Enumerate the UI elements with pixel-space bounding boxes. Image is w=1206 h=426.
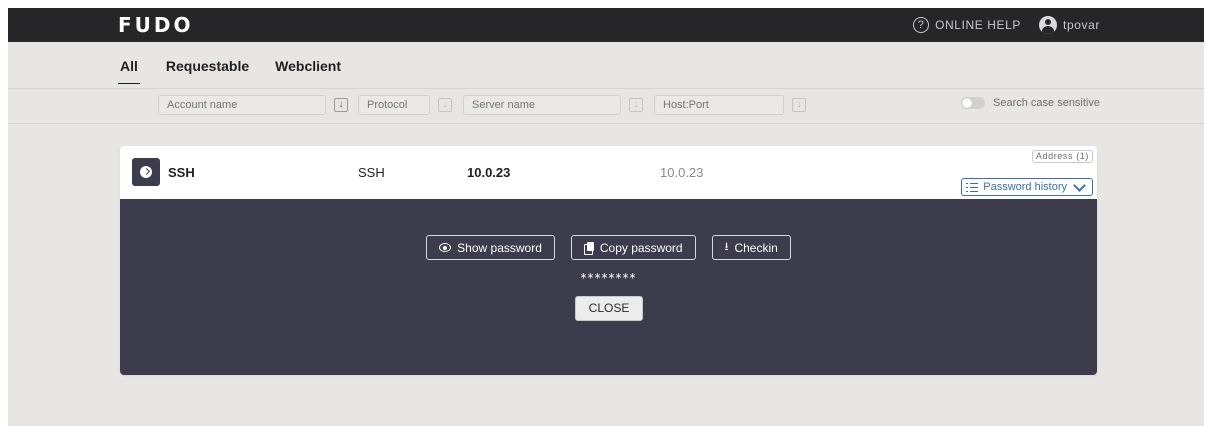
- tab-requestable[interactable]: Requestable: [166, 58, 249, 84]
- protocol-input[interactable]: [358, 95, 430, 115]
- checkin-label: Checkin: [734, 240, 778, 255]
- show-password-label: Show password: [457, 240, 542, 255]
- copy-password-button[interactable]: Copy password: [570, 235, 696, 260]
- account-row[interactable]: SSH SSH 10.0.23 10.0.23 Address (1) Pass…: [120, 146, 1097, 199]
- app-frame: FUDO ? ONLINE HELP tpovar All Requestabl…: [8, 8, 1204, 426]
- tab-all[interactable]: All: [118, 58, 140, 84]
- chevron-down-icon: [1073, 178, 1086, 192]
- hostport-filter: ↓: [654, 95, 806, 115]
- account-server: 10.0.23: [467, 165, 511, 180]
- tab-webclient[interactable]: Webclient: [275, 58, 341, 84]
- account-host-port: 10.0.23: [660, 165, 704, 180]
- online-help-link[interactable]: ? ONLINE HELP: [913, 17, 1021, 33]
- copy-icon: [583, 241, 594, 255]
- fudo-logo[interactable]: FUDO: [118, 12, 194, 38]
- close-button[interactable]: CLOSE: [575, 296, 643, 321]
- account-card: SSH SSH 10.0.23 10.0.23 Address (1) Pass…: [120, 146, 1097, 375]
- server-filter: ↓: [463, 95, 643, 115]
- arrow-right-circle-icon: [140, 166, 152, 178]
- list-icon: [966, 182, 979, 192]
- host-port-input[interactable]: [654, 95, 784, 115]
- help-icon: ?: [913, 17, 930, 33]
- search-case-sensitive: Search case sensitive: [961, 97, 1100, 109]
- case-sensitive-toggle[interactable]: [961, 97, 985, 109]
- password-history-label: Password history: [983, 181, 1067, 193]
- password-history-button[interactable]: Password history: [961, 178, 1093, 196]
- download-icon: ⭳: [724, 241, 729, 253]
- case-sensitive-label: Search case sensitive: [993, 97, 1100, 109]
- top-bar-right: ? ONLINE HELP tpovar: [913, 8, 1100, 42]
- hostport-sort-icon[interactable]: ↓: [792, 98, 806, 112]
- account-sort-icon[interactable]: ↓: [334, 98, 348, 112]
- user-avatar-icon: [1039, 16, 1058, 34]
- protocol-filter: ↓: [358, 95, 452, 115]
- masked-password: ********: [580, 271, 637, 285]
- online-help-label: ONLINE HELP: [935, 18, 1022, 32]
- account-name: SSH: [168, 165, 195, 180]
- account-name-input[interactable]: [158, 95, 326, 115]
- top-bar: FUDO ? ONLINE HELP tpovar: [8, 8, 1204, 42]
- address-badge[interactable]: Address (1): [1031, 150, 1093, 163]
- connect-button[interactable]: [132, 158, 160, 186]
- checkin-button[interactable]: ⭳ Checkin: [711, 235, 791, 260]
- account-protocol: SSH: [358, 165, 385, 180]
- password-panel: Show password Copy password ⭳ Checkin **…: [120, 199, 1097, 375]
- account-filter: ↓: [158, 95, 348, 115]
- user-name: tpovar: [1063, 18, 1100, 32]
- tabs: All Requestable Webclient: [118, 58, 341, 84]
- copy-password-label: Copy password: [599, 240, 683, 255]
- server-sort-icon[interactable]: ↓: [629, 98, 643, 112]
- server-name-input[interactable]: [463, 95, 621, 115]
- show-password-button[interactable]: Show password: [426, 235, 555, 260]
- user-menu[interactable]: tpovar: [1039, 16, 1100, 34]
- filter-bar: ↓ ↓ ↓ ↓ Search case sensitive: [8, 88, 1204, 124]
- protocol-sort-icon[interactable]: ↓: [438, 98, 452, 112]
- password-actions: Show password Copy password ⭳ Checkin: [120, 235, 1097, 260]
- eye-icon: [439, 243, 452, 252]
